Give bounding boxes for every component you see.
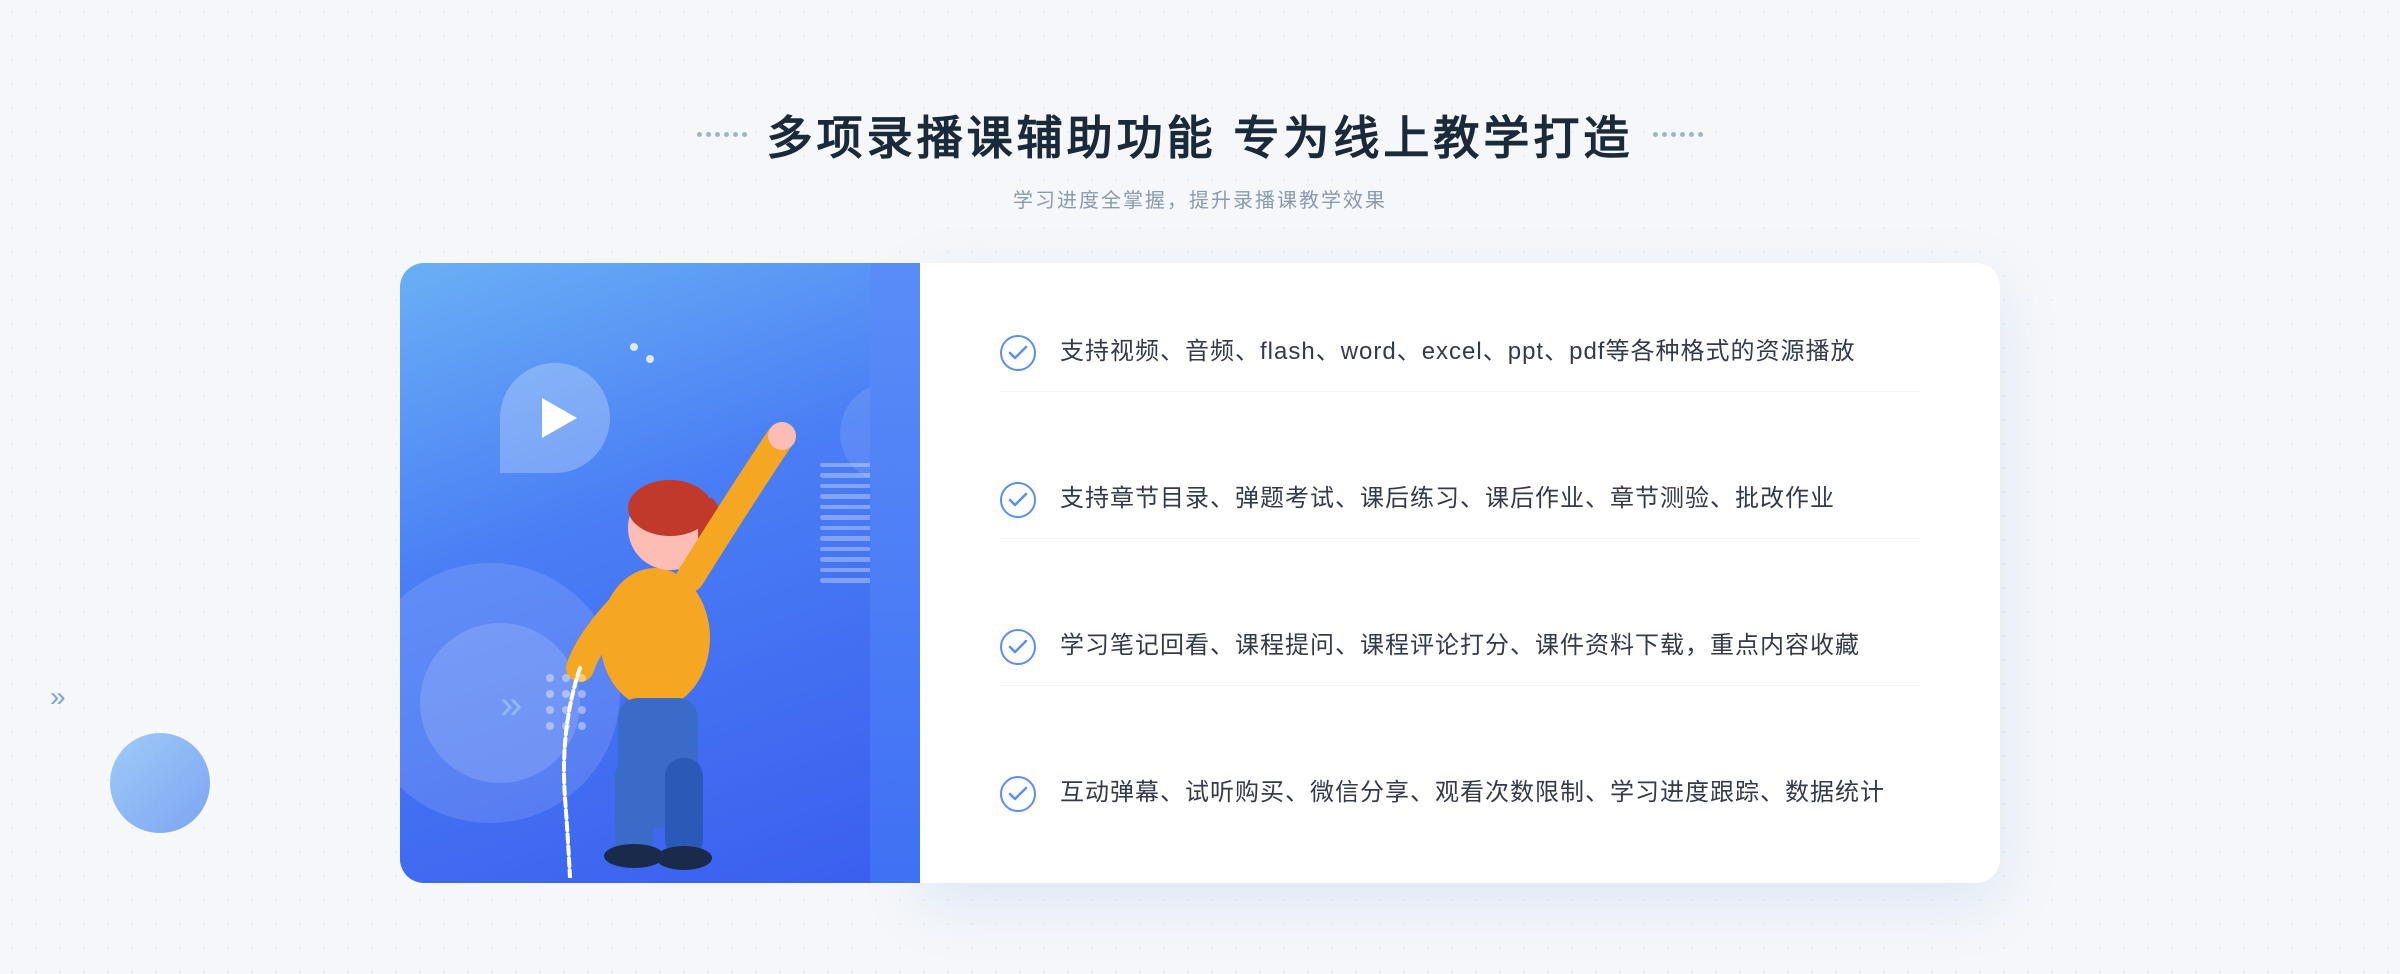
check-icon-1 (1000, 335, 1036, 371)
side-blue-circle (110, 733, 210, 833)
chevron-1: » (50, 681, 66, 713)
feature-text-1: 支持视频、音频、flash、word、excel、ppt、pdf等各种格式的资源… (1060, 333, 1855, 371)
check-icon-3 (1000, 629, 1036, 665)
sparkle-dot-1 (630, 343, 638, 351)
feature-text-2: 支持章节目录、弹题考试、课后练习、课后作业、章节测验、批改作业 (1060, 480, 1835, 518)
illustration-card: » (400, 263, 920, 883)
feature-text-3: 学习笔记回看、课程提问、课程评论打分、课件资料下载，重点内容收藏 (1060, 627, 1860, 665)
check-icon-4 (1000, 776, 1036, 812)
content-panel: 支持视频、音频、flash、word、excel、ppt、pdf等各种格式的资源… (920, 263, 2000, 883)
sparkle-decoration (630, 343, 654, 363)
header-section: 多项录播课辅助功能 专为线上教学打造 学习进度全掌握，提升录播课教学效果 (697, 102, 1704, 213)
page-subtitle: 学习进度全掌握，提升录播课教学效果 (697, 184, 1704, 213)
feature-item-1: 支持视频、音频、flash、word、excel、ppt、pdf等各种格式的资源… (1000, 313, 1920, 392)
left-chevrons: » (50, 681, 66, 713)
feature-item-4: 互动弹幕、试听购买、微信分享、观看次数限制、学习进度跟踪、数据统计 (1000, 754, 1920, 832)
main-content: » 支持视频、音频、flash、word、excel、ppt、pdf等各种格式的… (400, 263, 2000, 883)
feature-item-2: 支持章节目录、弹题考试、课后练习、课后作业、章节测验、批改作业 (1000, 460, 1920, 539)
right-decorator (1653, 132, 1703, 137)
feature-item-3: 学习笔记回看、课程提问、课程评论打分、课件资料下载，重点内容收藏 (1000, 607, 1920, 686)
left-decorator (697, 132, 747, 137)
feature-text-4: 互动弹幕、试听购买、微信分享、观看次数限制、学习进度跟踪、数据统计 (1060, 774, 1885, 812)
sparkle-dot-2 (646, 355, 654, 363)
page-wrapper: 多项录播课辅助功能 专为线上教学打造 学习进度全掌握，提升录播课教学效果 (0, 62, 2400, 913)
header-title-row: 多项录播课辅助功能 专为线上教学打造 (697, 102, 1704, 168)
svg-text:»: » (500, 683, 522, 727)
human-figure: » (470, 378, 850, 883)
page-title: 多项录播课辅助功能 专为线上教学打造 (767, 102, 1634, 168)
check-icon-2 (1000, 482, 1036, 518)
illus-right-strip (870, 263, 920, 883)
